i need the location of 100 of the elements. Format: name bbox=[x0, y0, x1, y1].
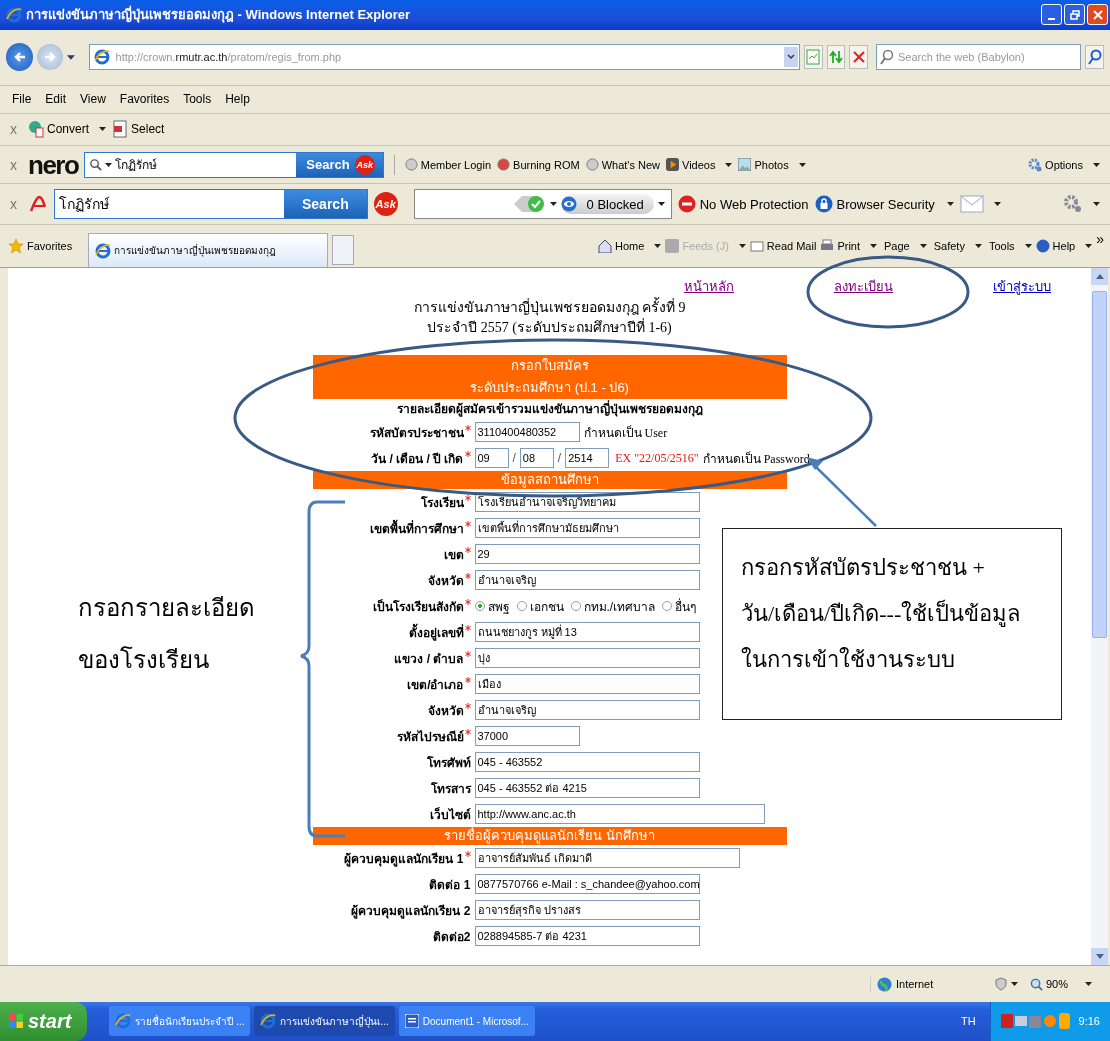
radio-button[interactable] bbox=[516, 601, 527, 612]
text-field[interactable]: ถนนชยางกูร หมู่ที่ 13 bbox=[474, 622, 700, 643]
text-field[interactable]: 045 - 463552 ต่อ 4215 bbox=[474, 778, 700, 799]
command-button[interactable]: Tools bbox=[985, 239, 1032, 254]
settings-button[interactable] bbox=[1063, 194, 1100, 215]
zoom-button[interactable]: 90% bbox=[1029, 977, 1092, 991]
taskbar-button[interactable]: รายชื่อนักเรียนประจำปี ... bbox=[109, 1006, 251, 1037]
radio-option[interactable]: อื่นๆ bbox=[662, 596, 697, 616]
compatibility-button[interactable] bbox=[804, 45, 823, 70]
toolbar-close-button[interactable]: x bbox=[10, 196, 22, 213]
envelope-icon bbox=[959, 195, 984, 214]
favorites-button[interactable]: Favorites bbox=[8, 238, 73, 255]
caret-icon bbox=[919, 244, 927, 249]
protection-status[interactable]: No Web Protection bbox=[677, 195, 809, 214]
text-field[interactable]: 29 bbox=[474, 544, 700, 565]
picture-icon bbox=[738, 158, 752, 172]
text-field[interactable]: อำนาจเจริญ bbox=[474, 700, 700, 721]
text-field[interactable]: 028894585-7 ต่อ 4231 bbox=[474, 926, 700, 947]
caret-icon bbox=[1010, 982, 1018, 987]
menu-item[interactable]: Edit bbox=[45, 92, 67, 107]
nav-link[interactable]: ลงทะเบียน bbox=[834, 276, 893, 299]
command-button[interactable]: Print bbox=[820, 239, 877, 254]
new-tab-button[interactable] bbox=[332, 235, 355, 266]
field-label: เว็บไซต์ bbox=[429, 806, 471, 824]
text-field[interactable]: 045 - 463552 bbox=[474, 752, 700, 773]
caret-icon bbox=[725, 162, 733, 167]
text-field[interactable]: อำนาจเจริญ bbox=[474, 570, 700, 591]
mail-button[interactable] bbox=[959, 195, 1001, 214]
toolbar-link[interactable]: Member Login bbox=[404, 158, 492, 172]
menu-item[interactable]: File bbox=[12, 92, 32, 107]
menu-item[interactable]: Favorites bbox=[119, 92, 170, 107]
command-button[interactable]: Help bbox=[1035, 239, 1093, 254]
field-label: เป็นโรงเรียนสังกัด bbox=[372, 598, 464, 616]
more-button[interactable]: » bbox=[1096, 231, 1104, 248]
nav-link[interactable]: เข้าสู่ระบบ bbox=[993, 276, 1051, 299]
toolbar-close-button[interactable]: x bbox=[10, 121, 22, 138]
toolbar-link[interactable]: What's New bbox=[585, 158, 661, 172]
refresh-button[interactable] bbox=[826, 45, 846, 70]
command-button[interactable]: Home bbox=[598, 239, 662, 254]
text-field[interactable]: 3110400480352 bbox=[474, 422, 580, 443]
command-button[interactable]: Read Mail bbox=[749, 239, 817, 254]
options-button[interactable]: Options bbox=[1028, 157, 1100, 172]
toolbar-button[interactable]: Convert bbox=[28, 120, 107, 139]
close-button[interactable] bbox=[1087, 4, 1108, 26]
text-field[interactable]: อาจารย์สัมพันธ์ เกิดมาดี bbox=[474, 848, 740, 869]
caret-icon bbox=[946, 202, 954, 207]
toolbar-button[interactable]: Select bbox=[112, 120, 165, 139]
disc-icon bbox=[497, 158, 511, 172]
text-field[interactable]: เขตพื้นที่การศึกษามัธยมศึกษา bbox=[474, 518, 700, 539]
command-button[interactable]: Safety bbox=[930, 239, 982, 254]
toolbar-link[interactable]: Photos bbox=[738, 158, 806, 172]
text-field[interactable]: 37000 bbox=[474, 726, 580, 747]
radio-button[interactable] bbox=[570, 601, 581, 612]
text-field[interactable]: อาจารย์สุรกิจ ปรางสร bbox=[474, 900, 700, 921]
taskbar-button[interactable]: Document1 - Microsof... bbox=[398, 1006, 535, 1037]
caret-icon bbox=[1085, 982, 1092, 987]
history-caret-icon[interactable] bbox=[66, 54, 75, 60]
date-field[interactable]: 09 bbox=[474, 448, 509, 469]
taskbar-button[interactable]: การแข่งขันภาษาญี่ปุ่นเ... bbox=[254, 1006, 395, 1037]
blocked-button[interactable]: 0 Blocked bbox=[560, 194, 654, 215]
date-field[interactable]: 2514 bbox=[565, 448, 610, 469]
text-field[interactable]: บุ่ง bbox=[474, 648, 700, 669]
toolbar-close-button[interactable]: x bbox=[10, 156, 22, 173]
toolbar-link[interactable]: Videos bbox=[666, 158, 733, 172]
field-label: โทรสาร bbox=[430, 780, 471, 798]
nav-link[interactable]: หน้าหลัก bbox=[684, 276, 734, 299]
section-header: รายชื่อผู้ควบคุมดูแลนักเรียน นักศึกษา bbox=[312, 827, 787, 846]
menu-item[interactable]: Help bbox=[225, 92, 250, 107]
shield-icon bbox=[993, 977, 1008, 992]
menu-item[interactable]: View bbox=[80, 92, 106, 107]
text-field[interactable]: เมือง bbox=[474, 674, 700, 695]
address-field[interactable]: http://crown.rmutr.ac.th/pratom/regis_from.php bbox=[88, 44, 801, 71]
back-button[interactable] bbox=[6, 43, 34, 72]
minimize-button[interactable] bbox=[1041, 4, 1062, 26]
radio-button[interactable] bbox=[662, 601, 673, 612]
tray-icons-drawing[interactable] bbox=[1000, 1012, 1071, 1031]
search-button[interactable] bbox=[1085, 45, 1104, 70]
scrollbar[interactable] bbox=[1091, 268, 1108, 966]
security-button[interactable]: Browser Security bbox=[814, 195, 954, 214]
stop-button[interactable] bbox=[849, 45, 868, 70]
annotation-note: กรอกรายละเอียด ของโรงเรียน bbox=[78, 594, 255, 675]
field-label: เขต/อำเภอ bbox=[407, 676, 464, 694]
browser-logo-icon bbox=[260, 1013, 277, 1030]
radio-option[interactable]: กทม./เทศบาล bbox=[570, 596, 656, 616]
menu-item[interactable]: Tools bbox=[183, 92, 212, 107]
text-field[interactable]: http://www.anc.ac.th bbox=[474, 804, 765, 825]
dropdown-icon[interactable] bbox=[784, 47, 799, 68]
command-button[interactable]: Page bbox=[881, 239, 927, 254]
radio-button[interactable] bbox=[474, 601, 485, 612]
windows-logo-icon bbox=[8, 1013, 24, 1030]
text-field[interactable]: 0877570766 e-Mail : s_chandee@yahoo.com bbox=[474, 874, 700, 895]
toolbar-link[interactable]: Burning ROM bbox=[497, 158, 580, 172]
date-field[interactable]: 08 bbox=[519, 448, 554, 469]
radio-option[interactable]: เอกชน bbox=[516, 596, 564, 616]
restore-button[interactable] bbox=[1064, 4, 1085, 26]
protected-mode-button[interactable] bbox=[993, 977, 1018, 992]
radio-option[interactable]: สพฐ bbox=[474, 596, 510, 616]
browser-tab[interactable]: การแข่งขันภาษาญี่ปุ่นเพชรยอดมงกุฎ bbox=[88, 233, 329, 268]
caret-icon bbox=[1093, 162, 1100, 167]
language-indicator[interactable]: TH bbox=[960, 1015, 976, 1028]
